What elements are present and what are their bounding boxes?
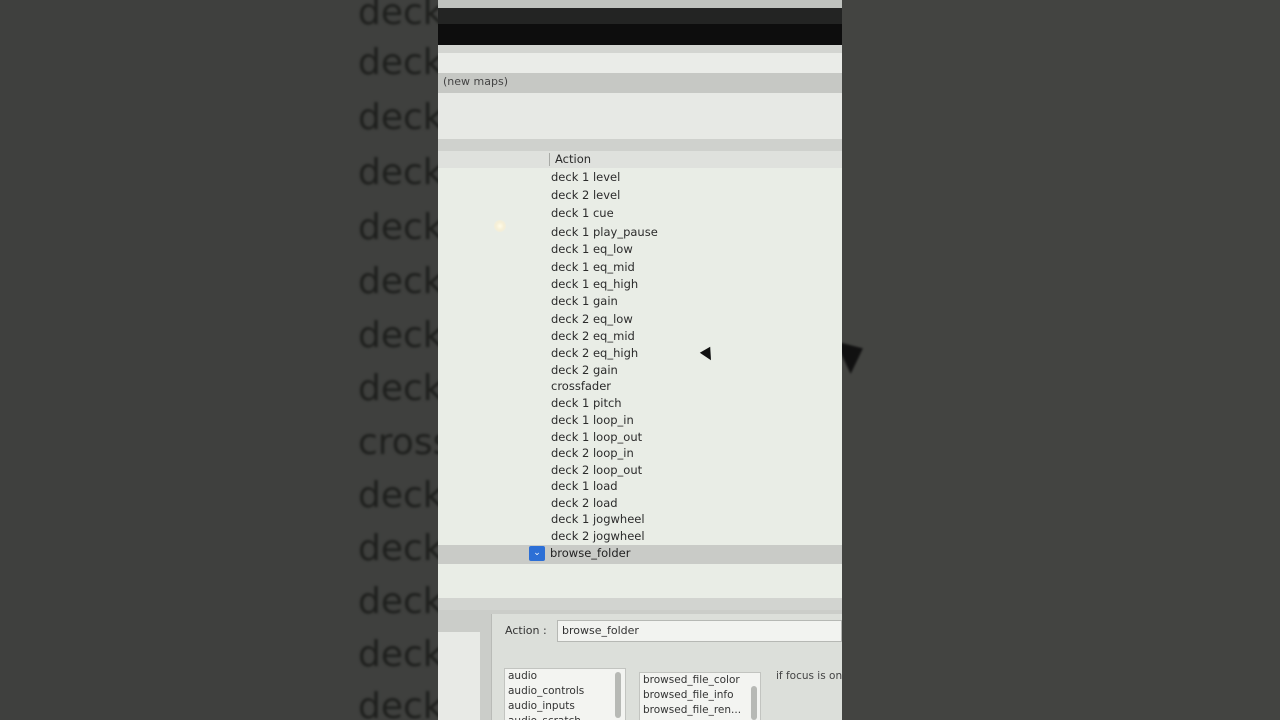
list-item[interactable]: deck 1 loop_in (551, 412, 634, 428)
list-item[interactable]: deck 1 load (551, 478, 618, 494)
background-word: deck (358, 581, 438, 622)
background-cursor-icon (842, 332, 871, 374)
title-bar (438, 0, 842, 8)
list-item[interactable]: audio (505, 669, 625, 684)
list-item[interactable]: deck 1 gain (551, 293, 618, 309)
divider (438, 45, 842, 53)
action-input[interactable]: browse_folder (557, 620, 842, 642)
selected-row[interactable] (438, 545, 842, 564)
background-word: deck (358, 634, 438, 675)
list-item[interactable]: browsed_file_info (640, 688, 760, 703)
list-item[interactable]: deck 2 loop_out (551, 462, 642, 478)
background-left: deck deck deck deck deck deck deck deck … (0, 0, 438, 720)
list-item[interactable]: deck 1 pitch (551, 395, 622, 411)
list-item[interactable]: deck 1 level (551, 169, 620, 185)
title-area (438, 53, 842, 73)
list-item[interactable]: audio_inputs (505, 699, 625, 714)
selected-item-label[interactable]: browse_folder (550, 545, 630, 562)
list-item[interactable]: deck 2 eq_low (551, 311, 633, 327)
list-item[interactable]: deck 1 play_pause (551, 224, 658, 240)
list-item[interactable]: audio_scratch (505, 714, 625, 720)
list-item[interactable]: deck 2 level (551, 187, 620, 203)
background-word: deck (358, 152, 438, 193)
action-label: Action : (505, 624, 547, 637)
background-word: deck (358, 261, 438, 302)
list-item[interactable]: deck 2 gain (551, 362, 618, 378)
list-item[interactable]: deck 2 eq_mid (551, 328, 635, 344)
background-word: deck (358, 315, 438, 356)
action-column-header[interactable]: Action (555, 151, 591, 168)
function-scrollbar[interactable] (751, 686, 757, 720)
background-word: deck (358, 368, 438, 409)
list-item[interactable]: deck 1 eq_mid (551, 259, 635, 275)
light-reflection (494, 220, 506, 232)
category-scrollbar[interactable] (615, 672, 621, 718)
table-header (438, 151, 842, 168)
background-word: deck (358, 475, 438, 516)
list-item[interactable]: deck 2 loop_in (551, 445, 634, 461)
background-word: deck (358, 0, 438, 33)
background-word: cross (358, 422, 438, 463)
list-item[interactable]: browsed_file_ren... (640, 703, 760, 718)
blank-area (438, 93, 842, 139)
list-item[interactable]: deck 2 eq_high (551, 345, 638, 361)
list-item[interactable]: deck 2 jogwheel (551, 528, 645, 544)
list-item[interactable]: deck 1 jogwheel (551, 511, 645, 527)
divider (438, 598, 842, 610)
list-item[interactable]: crossfader (551, 378, 611, 394)
footer-side-panel (438, 632, 480, 720)
list-item[interactable]: deck 2 load (551, 495, 618, 511)
background-right (842, 0, 1280, 720)
list-item[interactable]: browsed_file_color (640, 673, 760, 688)
divider (438, 139, 842, 151)
background-word: deck (358, 42, 438, 83)
list-item[interactable]: deck 1 eq_low (551, 241, 633, 257)
category-list[interactable]: audio audio_controls audio_inputs audio_… (504, 668, 626, 720)
app-window: (new maps) Action deck 1 level deck 2 le… (438, 0, 842, 720)
function-list[interactable]: browsed_file_color browsed_file_info bro… (639, 672, 761, 720)
list-item[interactable]: audio_controls (505, 684, 625, 699)
list-item[interactable]: deck 1 cue (551, 205, 614, 221)
list-item[interactable]: deck 1 eq_high (551, 276, 638, 292)
menu-strip (438, 24, 842, 45)
background-word: deck (358, 207, 438, 248)
background-word: deck (358, 686, 438, 720)
background-word: deck (358, 97, 438, 138)
maps-selector[interactable]: (new maps) (438, 73, 842, 93)
background-word: deck (358, 528, 438, 569)
toolbar-strip (438, 8, 842, 24)
column-divider[interactable] (549, 153, 550, 166)
list-item[interactable]: deck 1 loop_out (551, 429, 642, 445)
description-text: if focus is on (776, 670, 842, 682)
chevron-down-icon[interactable]: ⌄ (529, 546, 545, 561)
